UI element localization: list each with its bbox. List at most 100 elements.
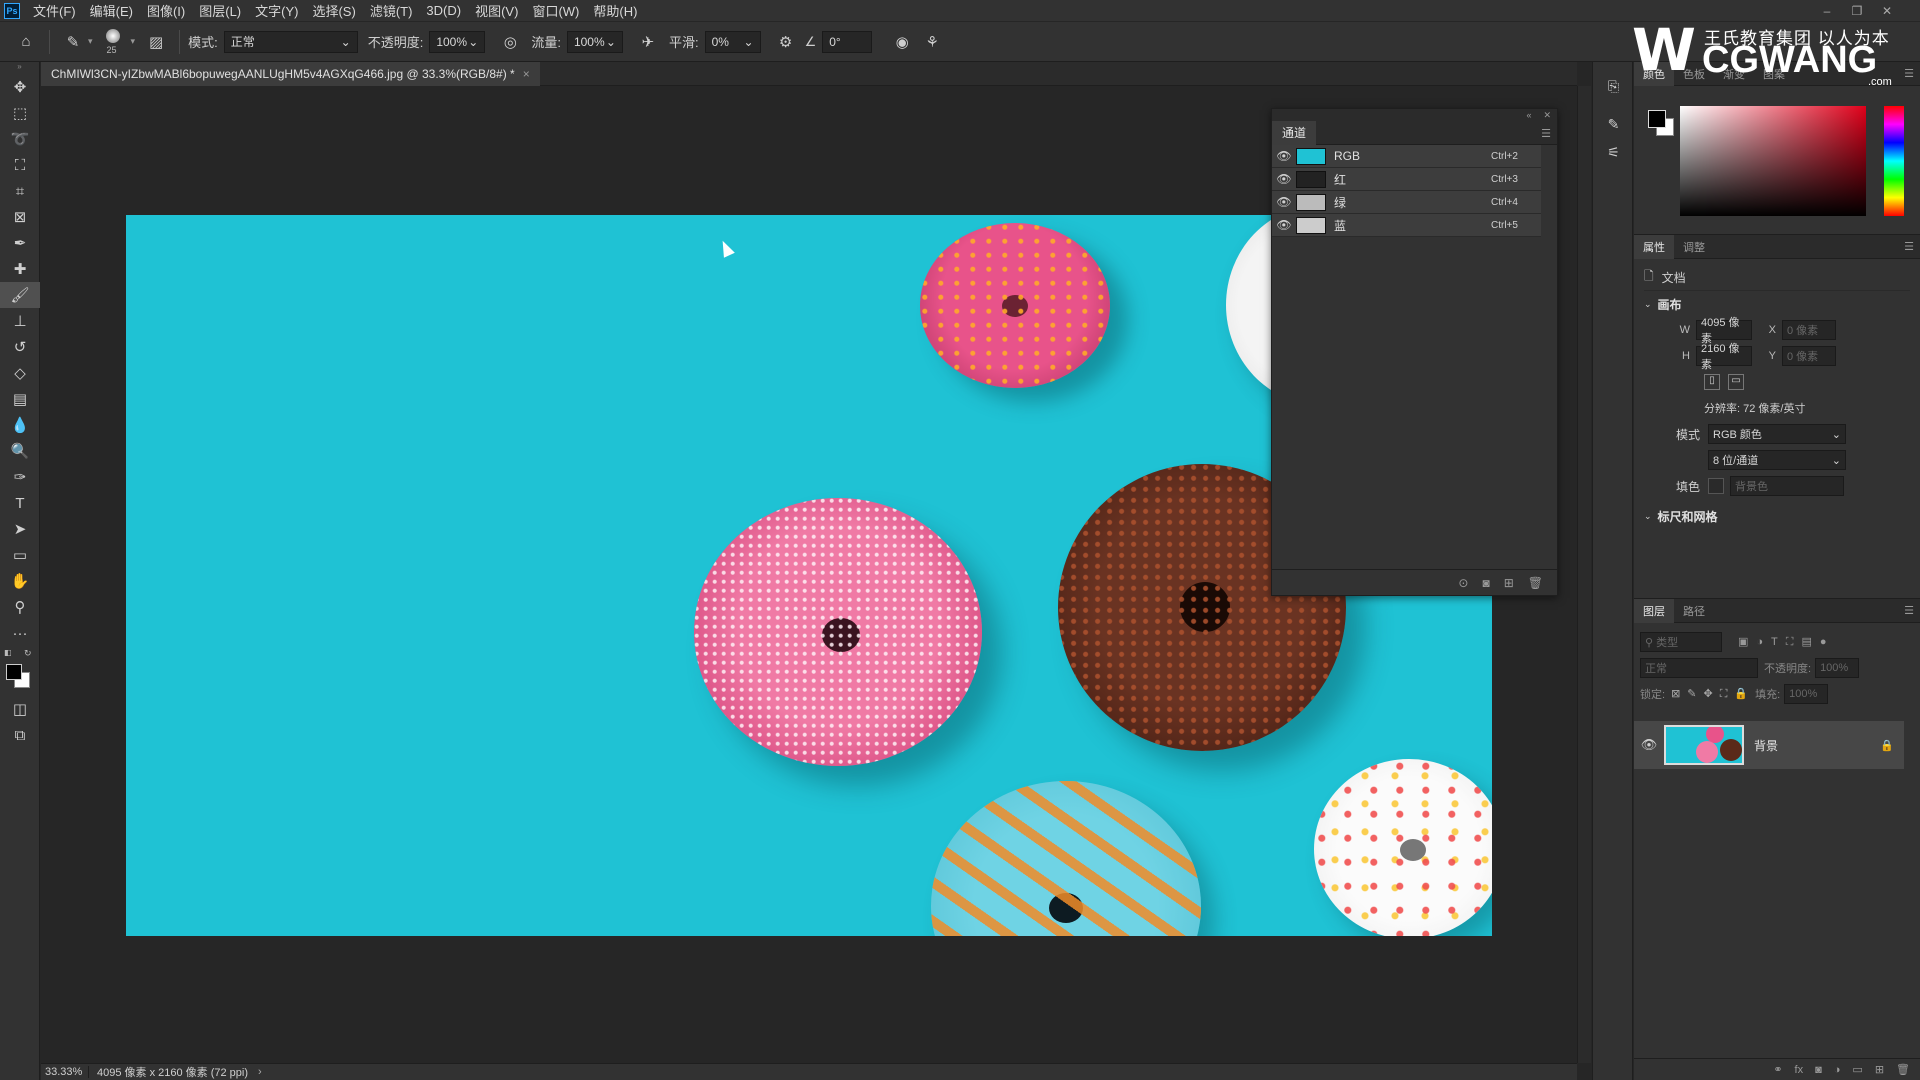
menu-filter[interactable]: 滤镜(T) bbox=[363, 1, 420, 20]
tab-paths[interactable]: 路径 bbox=[1674, 599, 1714, 623]
brush-tool-preset-icon[interactable]: ✎ bbox=[61, 30, 85, 54]
collapse-icon[interactable]: » bbox=[0, 62, 39, 74]
layer-row-background[interactable]: 👁 背景 🔒 bbox=[1634, 721, 1904, 769]
channel-row-rgb[interactable]: 👁 RGB Ctrl+2 bbox=[1272, 145, 1541, 168]
screen-mode-icon[interactable]: ⧉ bbox=[0, 722, 40, 748]
gradient-tool-icon[interactable]: ▤ bbox=[0, 386, 40, 412]
link-layers-icon[interactable]: ⚭ bbox=[1773, 1063, 1782, 1076]
pressure-opacity-icon[interactable]: ◎ bbox=[498, 30, 522, 54]
color-mode-select[interactable]: RGB 颜色 ⌄ bbox=[1708, 424, 1846, 444]
width-field[interactable]: 4095 像素 bbox=[1696, 317, 1752, 345]
eye-icon[interactable]: 👁 bbox=[1634, 737, 1664, 753]
home-icon[interactable]: ⌂ bbox=[14, 30, 38, 54]
frame-tool-icon[interactable]: ⊠ bbox=[0, 204, 40, 230]
lasso-tool-icon[interactable]: ➰ bbox=[0, 126, 40, 152]
layer-fill-field[interactable]: 100% bbox=[1784, 684, 1829, 704]
eye-icon[interactable]: 👁 bbox=[1272, 195, 1296, 209]
rectangle-tool-icon[interactable]: ▭ bbox=[0, 542, 40, 568]
flow-field[interactable]: 100% ⌄ bbox=[566, 30, 623, 53]
brush-size-picker[interactable]: 25 bbox=[101, 27, 125, 57]
tab-patterns[interactable]: 图案 bbox=[1754, 62, 1794, 86]
menu-image[interactable]: 图像(I) bbox=[140, 1, 192, 20]
smoothing-field[interactable]: 0% ⌄ bbox=[704, 30, 761, 53]
bit-depth-select[interactable]: 8 位/通道 ⌄ bbox=[1708, 450, 1846, 470]
adjustments-icon[interactable]: ⚟ bbox=[1593, 138, 1634, 166]
status-menu-icon[interactable]: › bbox=[258, 1066, 262, 1078]
opacity-field[interactable]: 100% ⌄ bbox=[429, 30, 486, 53]
panel-menu-icon[interactable]: ☰ bbox=[1904, 604, 1914, 617]
load-selection-icon[interactable]: ⊙ bbox=[1458, 576, 1468, 590]
clone-stamp-tool-icon[interactable]: ⊥ bbox=[0, 308, 40, 334]
tab-adjustments[interactable]: 调整 bbox=[1674, 235, 1714, 259]
tab-layers[interactable]: 图层 bbox=[1634, 598, 1674, 623]
zoom-tool-icon[interactable]: ⚲ bbox=[0, 594, 40, 620]
eye-icon[interactable]: 👁 bbox=[1272, 172, 1296, 186]
angle-field[interactable]: 0° bbox=[822, 30, 873, 53]
layer-filter-icons[interactable]: ▣◑T⛶▤● bbox=[1738, 635, 1835, 649]
menu-select[interactable]: 选择(S) bbox=[305, 1, 362, 20]
brush-settings-icon[interactable]: ✎ bbox=[1593, 110, 1634, 138]
crop-tool-icon[interactable]: ⌗ bbox=[0, 178, 40, 204]
default-colors-icon[interactable]: ◧ bbox=[4, 648, 12, 657]
tab-gradients[interactable]: 渐变 bbox=[1714, 62, 1754, 86]
hand-tool-icon[interactable]: ✋ bbox=[0, 568, 40, 594]
trash-icon[interactable]: 🗑 bbox=[1528, 576, 1543, 590]
quick-mask-icon[interactable]: ◫ bbox=[0, 696, 40, 722]
trash-icon[interactable]: 🗑 bbox=[1896, 1063, 1910, 1076]
chevron-down-icon[interactable]: ⌄ bbox=[1644, 511, 1652, 522]
history-brush-tool-icon[interactable]: ↺ bbox=[0, 334, 40, 360]
menu-view[interactable]: 视图(V) bbox=[468, 1, 525, 20]
new-channel-icon[interactable]: ⊞ bbox=[1504, 576, 1514, 590]
hue-slider[interactable] bbox=[1884, 106, 1904, 216]
channel-row-red[interactable]: 👁 红 Ctrl+3 bbox=[1272, 168, 1541, 191]
layer-style-icon[interactable]: fx bbox=[1795, 1064, 1804, 1076]
restore-icon[interactable]: ❐ bbox=[1842, 0, 1872, 22]
lock-icons[interactable]: ⊠✎✥⛶🔒 bbox=[1671, 687, 1755, 701]
color-field[interactable] bbox=[1680, 106, 1866, 216]
new-layer-icon[interactable]: ⊞ bbox=[1875, 1063, 1884, 1076]
path-selection-tool-icon[interactable]: ➤ bbox=[0, 516, 40, 542]
tab-color[interactable]: 颜色 bbox=[1634, 61, 1674, 86]
minimize-icon[interactable]: – bbox=[1812, 0, 1842, 22]
tab-channels[interactable]: 通道 bbox=[1272, 120, 1317, 145]
layer-filter-search[interactable]: ⚲ 类型 bbox=[1640, 632, 1722, 652]
new-group-icon[interactable]: ▭ bbox=[1852, 1063, 1862, 1076]
menu-type[interactable]: 文字(Y) bbox=[248, 1, 305, 20]
collapse-panel-icon[interactable]: « bbox=[1526, 110, 1531, 120]
adjustment-layer-icon[interactable]: ◑ bbox=[1834, 1064, 1841, 1076]
vertical-scrollbar[interactable] bbox=[1577, 86, 1591, 1063]
menu-edit[interactable]: 编辑(E) bbox=[83, 1, 140, 20]
document-tab[interactable]: ChMIWl3CN-yIZbwMABl6bopuwegAANLUgHM5v4AG… bbox=[41, 62, 540, 86]
foreground-color-swatch[interactable] bbox=[6, 664, 22, 680]
y-field[interactable]: 0 像素 bbox=[1782, 346, 1836, 366]
eyedropper-tool-icon[interactable]: ✒ bbox=[0, 230, 40, 256]
menu-file[interactable]: 文件(F) bbox=[26, 1, 83, 20]
foreground-color-swatch[interactable] bbox=[1648, 110, 1666, 128]
healing-brush-tool-icon[interactable]: ✚ bbox=[0, 256, 40, 282]
chevron-down-icon[interactable]: ▾ bbox=[131, 36, 136, 47]
menu-3d[interactable]: 3D(D) bbox=[419, 3, 468, 18]
eraser-tool-icon[interactable]: ◇ bbox=[0, 360, 40, 386]
fill-swatch[interactable] bbox=[1708, 478, 1724, 494]
add-mask-icon[interactable]: ◙ bbox=[1815, 1064, 1822, 1076]
type-tool-icon[interactable]: T bbox=[0, 490, 40, 516]
zoom-level[interactable]: 33.33% bbox=[41, 1066, 89, 1078]
move-tool-icon[interactable]: ✥ bbox=[0, 74, 40, 100]
pressure-size-icon[interactable]: ◉ bbox=[890, 30, 914, 54]
menu-layer[interactable]: 图层(L) bbox=[192, 1, 248, 20]
object-selection-tool-icon[interactable]: ⛶ bbox=[0, 152, 40, 178]
save-selection-icon[interactable]: ◙ bbox=[1482, 576, 1489, 590]
brush-settings-panel-icon[interactable]: ▨ bbox=[144, 30, 168, 54]
chevron-down-icon[interactable]: ⌄ bbox=[1644, 299, 1652, 310]
tab-properties[interactable]: 属性 bbox=[1634, 234, 1674, 259]
eye-icon[interactable]: 👁 bbox=[1272, 149, 1296, 163]
fill-select[interactable]: 背景色 bbox=[1730, 476, 1844, 496]
marquee-tool-icon[interactable]: ⬚ bbox=[0, 100, 40, 126]
pen-tool-icon[interactable]: ✑ bbox=[0, 464, 40, 490]
menu-window[interactable]: 窗口(W) bbox=[525, 1, 586, 20]
dodge-tool-icon[interactable]: 🔍 bbox=[0, 438, 40, 464]
channel-row-green[interactable]: 👁 绿 Ctrl+4 bbox=[1272, 191, 1541, 214]
lock-icon[interactable]: 🔒 bbox=[1880, 739, 1904, 752]
mode-select[interactable]: 正常 ⌄ bbox=[223, 30, 358, 53]
blend-mode-select[interactable]: 正常 bbox=[1640, 658, 1758, 678]
